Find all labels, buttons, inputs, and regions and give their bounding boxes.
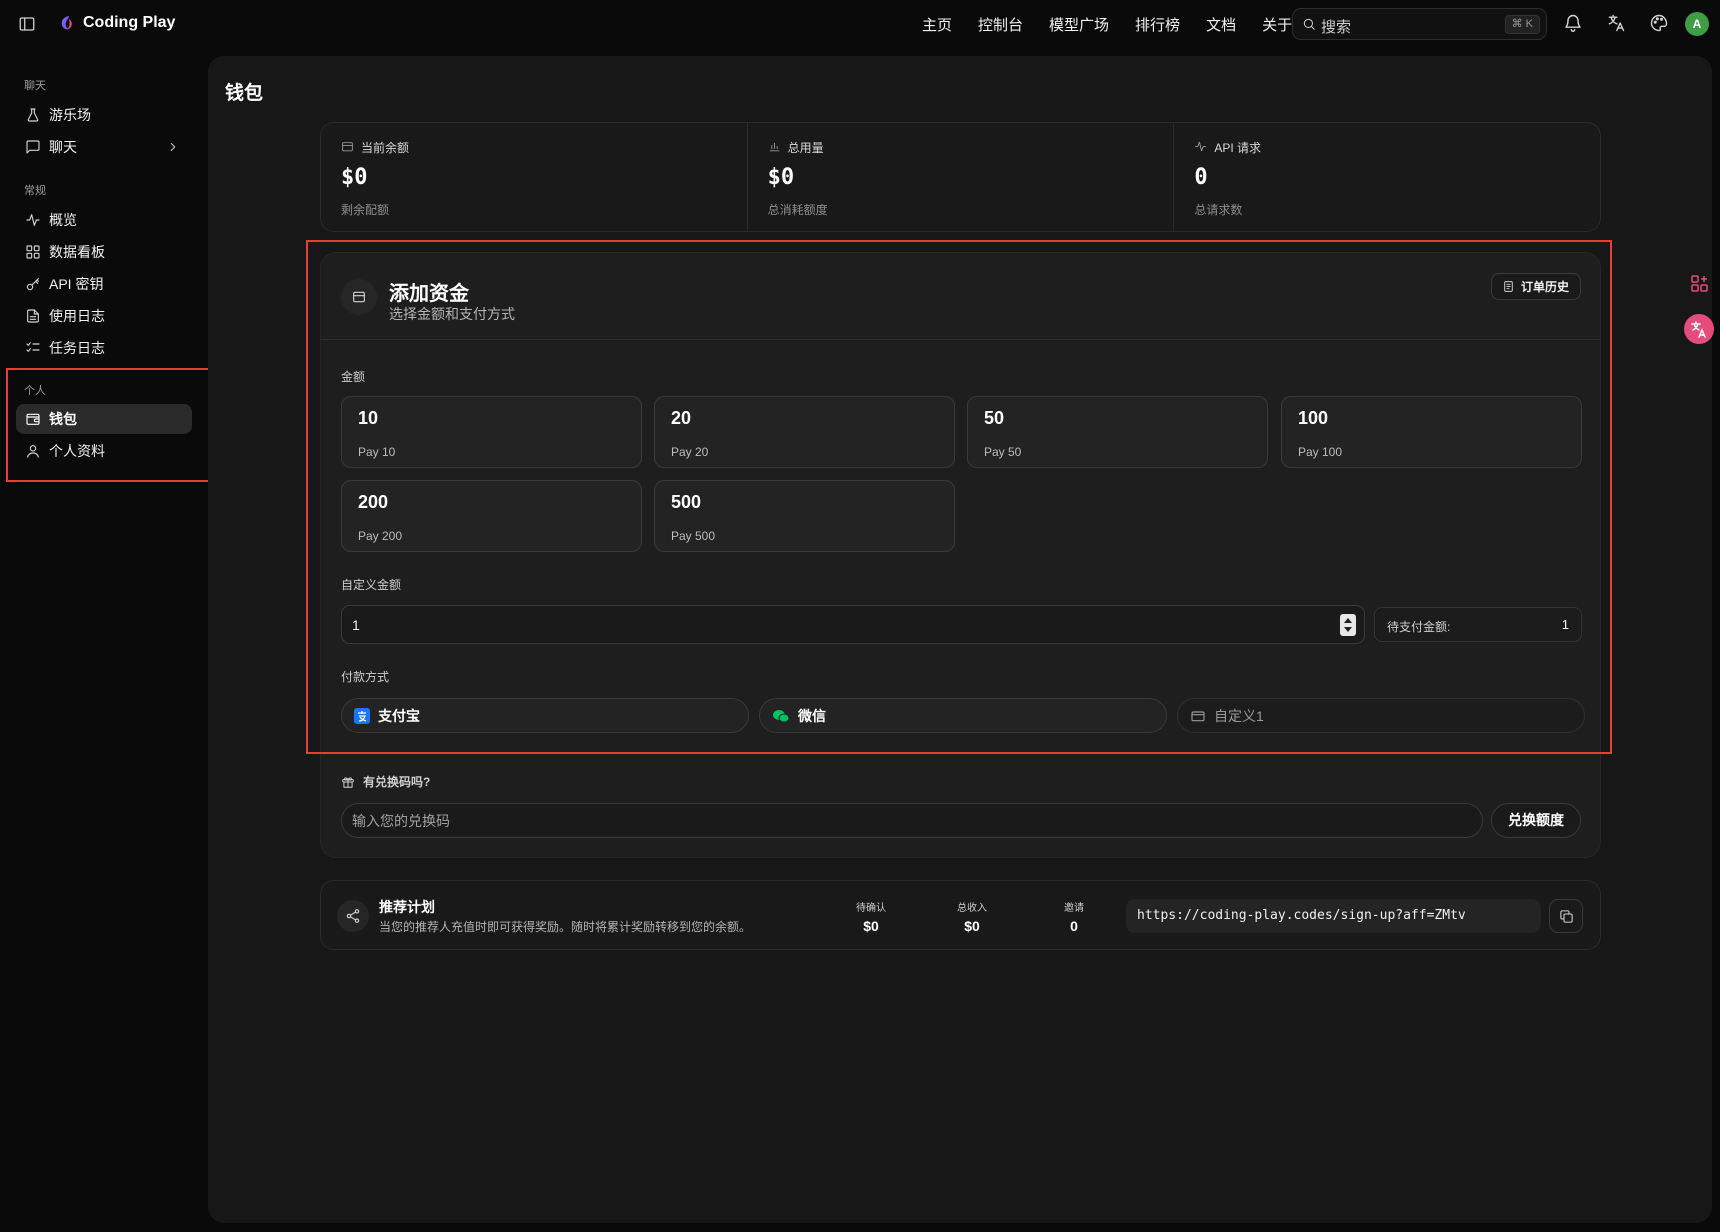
add-funds-highlight-box xyxy=(306,240,1612,754)
page-title: 钱包 xyxy=(225,83,264,104)
sidebar-item-playground[interactable]: 游乐场 xyxy=(16,100,192,130)
nav-docs[interactable]: 文档 xyxy=(1206,14,1236,35)
sidebar-item-api-keys[interactable]: API 密钥 xyxy=(16,269,192,299)
activity-icon xyxy=(25,212,41,228)
nav-about[interactable]: 关于 xyxy=(1262,14,1292,35)
sidebar-item-task-logs[interactable]: 任务日志 xyxy=(16,333,192,363)
bell-icon[interactable] xyxy=(1563,13,1585,35)
search-icon xyxy=(1302,17,1316,31)
bar-chart-icon xyxy=(768,140,781,153)
referral-subtitle: 当您的推荐人充值时即可获得奖励。随时将累计奖励转移到您的余额。 xyxy=(379,920,752,934)
nav-home[interactable]: 主页 xyxy=(922,14,952,35)
referral-pending: 待确认 $0 xyxy=(856,903,886,934)
referral-income: 总收入 $0 xyxy=(957,903,987,934)
sidebar-toggle-icon[interactable] xyxy=(18,15,38,35)
redeem-code-field[interactable] xyxy=(341,803,1483,838)
list-checks-icon xyxy=(25,340,41,356)
file-text-icon xyxy=(25,308,41,324)
top-nav: 主页 控制台 模型广场 排行榜 文档 关于 xyxy=(922,14,1318,35)
stats-panel: 当前余额 $0 剩余配额 总用量 $0 总消耗额度 API 请求 0 总请求数 xyxy=(320,122,1601,232)
sidebar: 聊天 游乐场 聊天 常规 概览 数据看板 API 密钥 使用日志 任务日志 个人… xyxy=(0,48,206,1232)
chevron-right-icon xyxy=(166,140,180,154)
share-icon xyxy=(337,900,369,932)
app-logo-icon xyxy=(60,15,76,33)
search-box[interactable]: 搜索 ⌘ K xyxy=(1292,8,1547,40)
copy-link-button[interactable] xyxy=(1549,899,1583,933)
search-placeholder: 搜索 xyxy=(1321,19,1352,36)
gift-icon xyxy=(342,776,354,788)
redeem-code-input[interactable] xyxy=(352,804,1462,837)
nav-console[interactable]: 控制台 xyxy=(978,14,1023,35)
layout-grid-icon xyxy=(25,244,41,260)
referral-panel: 推荐计划 当您的推荐人充值时即可获得奖励。随时将累计奖励转移到您的余额。 待确认… xyxy=(320,880,1601,950)
palette-icon[interactable] xyxy=(1649,13,1671,35)
flask-icon xyxy=(25,107,41,123)
message-square-icon xyxy=(25,139,41,155)
sidebar-item-dashboard[interactable]: 数据看板 xyxy=(16,237,192,267)
stat-balance: 当前余额 $0 剩余配额 xyxy=(321,123,748,231)
user-avatar[interactable]: A xyxy=(1685,12,1709,36)
stat-usage: 总用量 $0 总消耗额度 xyxy=(748,123,1175,231)
sidebar-section-chat: 聊天 xyxy=(24,80,46,92)
referral-title: 推荐计划 xyxy=(379,899,435,915)
nav-models[interactable]: 模型广场 xyxy=(1049,14,1109,35)
app-title[interactable]: Coding Play xyxy=(83,14,175,32)
key-icon xyxy=(25,276,41,292)
translate-float-icon[interactable] xyxy=(1684,314,1714,344)
sidebar-item-usage-logs[interactable]: 使用日志 xyxy=(16,301,192,331)
activity-icon xyxy=(1194,140,1207,153)
sidebar-highlight-box xyxy=(6,368,212,482)
redeem-button[interactable]: 兑换额度 xyxy=(1491,803,1581,838)
redeem-header: 有兑换码吗? xyxy=(341,773,430,790)
stat-api-requests: API 请求 0 总请求数 xyxy=(1194,140,1262,217)
apps-add-icon[interactable] xyxy=(1684,268,1714,298)
nav-ranking[interactable]: 排行榜 xyxy=(1135,14,1180,35)
wallet-icon xyxy=(341,140,354,153)
translate-icon[interactable] xyxy=(1606,13,1628,35)
copy-icon xyxy=(1560,910,1573,923)
sidebar-item-overview[interactable]: 概览 xyxy=(16,205,192,235)
sidebar-section-general: 常规 xyxy=(24,185,46,197)
referral-invites: 邀请 0 xyxy=(1064,903,1084,934)
search-shortcut: ⌘ K xyxy=(1504,15,1540,34)
referral-link[interactable]: https://coding-play.codes/sign-up?aff=ZM… xyxy=(1126,899,1541,933)
sidebar-item-chat[interactable]: 聊天 xyxy=(16,132,192,162)
top-bar: Coding Play 主页 控制台 模型广场 排行榜 文档 关于 搜索 ⌘ K… xyxy=(0,0,1720,48)
